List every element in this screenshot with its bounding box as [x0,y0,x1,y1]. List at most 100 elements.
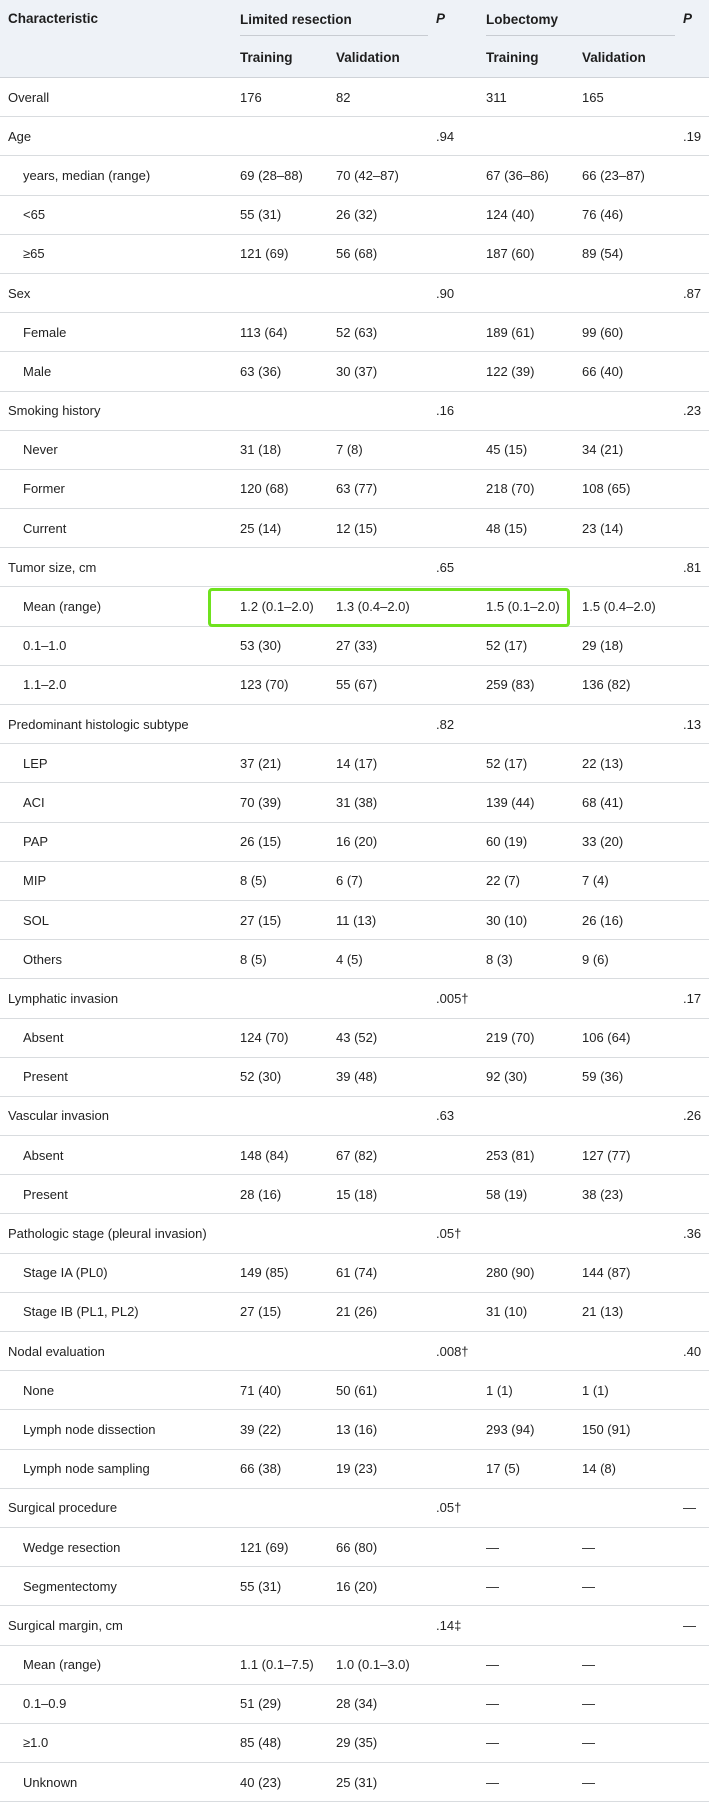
cell-p-lobectomy: .40 [683,1343,702,1359]
cell-limited-validation: 19 (23) [336,1461,378,1477]
table-row: Current 25 (14) 12 (15) 48 (15) 23 (14) [0,509,710,548]
row-label: ≥1.0 [23,1735,49,1751]
cell-p-lobectomy [675,1763,709,1802]
row-label: Former [23,481,65,497]
cell-p-limited [428,1410,478,1449]
cell-p-limited: .16 [436,403,455,419]
cell-lobectomy-validation: 66 (40) [582,363,624,379]
row-label: Female [23,324,67,340]
table-row: PAP 26 (15) 16 (20) 60 (19) 33 (20) [0,822,710,862]
cell-lobectomy-validation: 23 (14) [582,520,624,536]
cell-lobectomy-validation: — [582,1578,595,1594]
cell-lobectomy-training: — [486,1578,499,1594]
cell-p-limited [428,352,478,391]
cell-limited-training: 40 (23) [240,1774,282,1790]
cell-lobectomy-training: — [486,1696,499,1712]
cell-limited-validation: 6 (7) [336,873,363,889]
cell-limited-training: 55 (31) [240,1578,282,1594]
cell-p-lobectomy [675,1057,709,1096]
cell-p-lobectomy: .19 [683,128,702,144]
cell-lobectomy-validation: 165 [582,89,604,105]
table-row: Present 28 (16) 15 (18) 58 (19) 38 (23) [0,1175,710,1214]
cell-p-lobectomy [675,156,709,195]
cell-lobectomy-validation: — [582,1539,595,1555]
row-label: Overall [8,89,50,105]
table-row: ≥1.0 85 (48) 29 (35) — — [0,1723,710,1763]
cell-limited-training [232,1096,328,1135]
cell-limited-training: 121 (69) [240,246,289,262]
table-row: Never 31 (18) 7 (8) 45 (15) 34 (21) [0,430,710,470]
cell-limited-training: 31 (18) [240,442,282,458]
cell-limited-validation: 14 (17) [336,755,378,771]
cell-lobectomy-training: 30 (10) [486,912,528,928]
table-row: ACI 70 (39) 31 (38) 139 (44) 68 (41) [0,783,710,823]
table-row: Segmentectomy 55 (31) 16 (20) — — [0,1567,710,1606]
cell-limited-training [232,117,328,156]
cell-limited-training: 176 [240,89,262,105]
cell-lobectomy-validation: 150 (91) [582,1421,631,1437]
cell-p-limited: .005† [436,990,469,1006]
cell-lobectomy-validation: 34 (21) [582,442,624,458]
row-label: Present [23,1186,68,1202]
cell-lobectomy-validation [574,1606,675,1645]
cell-limited-validation: 7 (8) [336,442,363,458]
cell-lobectomy-training: — [486,1735,499,1751]
cell-limited-validation: 82 [336,89,351,105]
row-label: Surgical margin, cm [8,1617,123,1633]
cell-lobectomy-training: 122 (39) [486,363,535,379]
cell-p-lobectomy [675,1136,709,1175]
cell-lobectomy-training [478,705,574,744]
cell-limited-training: 71 (40) [240,1382,282,1398]
cell-lobectomy-training: — [486,1657,499,1673]
cell-p-lobectomy [675,1292,709,1331]
cell-lobectomy-training [478,117,574,156]
cell-p-lobectomy [675,1449,709,1488]
row-label: MIP [23,873,47,889]
row-label: Stage IB (PL1, PL2) [23,1304,139,1320]
cell-lobectomy-training: 45 (15) [486,442,528,458]
cell-p-limited [428,626,478,665]
cell-p-limited [428,234,478,273]
table-row: Age .94 .19 [0,117,710,156]
cell-p-lobectomy [675,313,709,352]
cell-p-limited: .008† [436,1343,469,1359]
cell-p-lobectomy [675,1371,709,1410]
header-blank [675,37,709,78]
cell-p-limited [428,1645,478,1684]
cell-lobectomy-validation: — [582,1696,595,1712]
cell-lobectomy-validation: 29 (18) [582,638,624,654]
cell-lobectomy-training [478,391,574,430]
cell-limited-validation: 12 (15) [336,520,378,536]
cell-limited-training: 37 (21) [240,755,282,771]
cell-limited-validation: 31 (38) [336,794,378,810]
table-row: Vascular invasion .63 .26 [0,1096,710,1136]
row-label: ≥65 [23,246,45,262]
cell-limited-validation: 28 (34) [336,1696,378,1712]
cell-lobectomy-validation: 1.5 (0.4–2.0) [582,599,656,615]
table-row: 0.1–1.0 53 (30) 27 (33) 52 (17) 29 (18) [0,626,710,666]
cell-p-limited [428,1018,478,1057]
header-lo-training: Training [486,49,539,65]
row-label: Nodal evaluation [8,1343,105,1359]
cell-limited-training: 27 (15) [240,912,282,928]
header-p-lobectomy: P [683,11,693,26]
cell-limited-training: 26 (15) [240,834,282,850]
cell-lobectomy-training: 139 (44) [486,794,535,810]
cell-p-limited [428,1527,478,1566]
cell-lobectomy-training: 58 (19) [486,1186,528,1202]
header-lr-validation: Validation [336,49,400,65]
cell-limited-validation [328,979,428,1018]
cell-p-lobectomy [675,234,709,273]
cell-limited-validation: 21 (26) [336,1304,378,1320]
cell-p-lobectomy [675,861,709,900]
cell-limited-validation: 16 (20) [336,834,378,850]
row-label: Segmentectomy [23,1578,117,1594]
cell-limited-validation: 63 (77) [336,481,378,497]
row-label: Vascular invasion [8,1108,109,1124]
cell-p-lobectomy: .26 [683,1108,702,1124]
header-characteristic: Characteristic [8,11,99,26]
cell-p-lobectomy: .36 [683,1226,702,1242]
cell-limited-training: 53 (30) [240,638,282,654]
cell-p-lobectomy [675,1527,709,1566]
cell-limited-validation: 27 (33) [336,638,378,654]
